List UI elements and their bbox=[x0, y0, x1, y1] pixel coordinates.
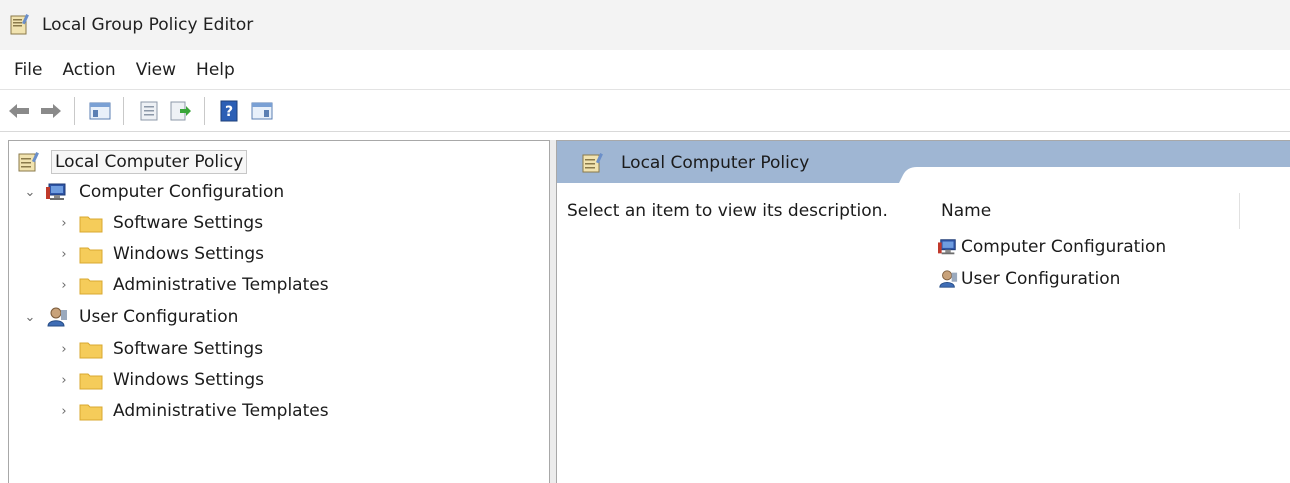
tree-node-administrative-templates[interactable]: › Administrative Templates bbox=[57, 396, 329, 426]
tree-node-local-computer-policy[interactable]: Local Computer Policy bbox=[17, 147, 248, 177]
toolbar: ? bbox=[0, 90, 1290, 132]
folder-icon bbox=[79, 369, 105, 391]
svg-text:?: ? bbox=[225, 104, 233, 120]
tree-label: Windows Settings bbox=[113, 370, 265, 390]
user-icon bbox=[937, 268, 959, 290]
tree-label: Computer Configuration bbox=[79, 182, 285, 202]
user-icon bbox=[45, 306, 71, 328]
tree-label: Software Settings bbox=[113, 213, 264, 233]
menu-bar: File Action View Help bbox=[0, 50, 1290, 90]
list-item-label: Computer Configuration bbox=[961, 237, 1167, 257]
menu-help[interactable]: Help bbox=[196, 60, 235, 80]
tree-label: User Configuration bbox=[79, 307, 239, 327]
tree-label: Administrative Templates bbox=[113, 401, 329, 421]
properties-icon[interactable] bbox=[136, 98, 162, 124]
toolbar-separator bbox=[74, 96, 75, 125]
column-separator[interactable] bbox=[1239, 193, 1240, 229]
details-header-title: Local Computer Policy bbox=[621, 153, 810, 173]
list-item-computer-configuration[interactable]: Computer Configuration bbox=[937, 233, 1166, 261]
column-header-name[interactable]: Name bbox=[941, 201, 991, 221]
chevron-right-icon[interactable]: › bbox=[57, 278, 71, 293]
description-text: Select an item to view its description. bbox=[567, 201, 888, 221]
export-list-icon[interactable] bbox=[168, 98, 194, 124]
tree-node-windows-settings[interactable]: › Windows Settings bbox=[57, 365, 264, 395]
title-bar: Local Group Policy Editor bbox=[0, 0, 1290, 50]
chevron-right-icon[interactable]: › bbox=[57, 373, 71, 388]
forward-arrow-icon[interactable] bbox=[38, 98, 64, 124]
tree-label: Software Settings bbox=[113, 339, 264, 359]
show-hide-action-pane-icon[interactable] bbox=[249, 98, 275, 124]
tree-node-computer-configuration[interactable]: ⌄ Computer Configuration bbox=[23, 177, 285, 207]
tree-label: Windows Settings bbox=[113, 244, 265, 264]
toolbar-separator bbox=[123, 96, 124, 125]
console-tree[interactable]: Local Computer Policy ⌄ Computer Configu… bbox=[8, 140, 550, 483]
tree-node-software-settings[interactable]: › Software Settings bbox=[57, 334, 263, 364]
folder-icon bbox=[79, 400, 105, 422]
menu-action[interactable]: Action bbox=[62, 60, 115, 80]
chevron-right-icon[interactable]: › bbox=[57, 247, 71, 262]
menu-file[interactable]: File bbox=[14, 60, 42, 80]
chevron-right-icon[interactable]: › bbox=[57, 404, 71, 419]
policy-doc-icon bbox=[581, 152, 605, 174]
tree-node-user-configuration[interactable]: ⌄ User Configuration bbox=[23, 302, 239, 332]
policy-doc-icon bbox=[17, 151, 43, 173]
window-title: Local Group Policy Editor bbox=[42, 15, 254, 35]
details-pane: Local Computer Policy Select an item to … bbox=[556, 140, 1290, 483]
help-icon[interactable]: ? bbox=[217, 98, 243, 124]
chevron-right-icon[interactable]: › bbox=[57, 342, 71, 357]
folder-icon bbox=[79, 243, 105, 265]
chevron-right-icon[interactable]: › bbox=[57, 216, 71, 231]
show-hide-tree-icon[interactable] bbox=[87, 98, 113, 124]
policy-doc-icon bbox=[10, 14, 30, 36]
list-item-user-configuration[interactable]: User Configuration bbox=[937, 265, 1120, 293]
folder-icon bbox=[79, 212, 105, 234]
tree-node-windows-settings[interactable]: › Windows Settings bbox=[57, 239, 264, 269]
folder-icon bbox=[79, 274, 105, 296]
list-item-label: User Configuration bbox=[961, 269, 1121, 289]
back-arrow-icon[interactable] bbox=[6, 98, 32, 124]
computer-icon bbox=[45, 181, 71, 203]
tree-node-software-settings[interactable]: › Software Settings bbox=[57, 208, 263, 238]
computer-icon bbox=[937, 236, 959, 258]
tree-node-administrative-templates[interactable]: › Administrative Templates bbox=[57, 270, 329, 300]
tree-label: Administrative Templates bbox=[113, 275, 329, 295]
folder-icon bbox=[79, 338, 105, 360]
toolbar-separator bbox=[204, 96, 205, 125]
tree-label: Local Computer Policy bbox=[51, 150, 248, 174]
menu-view[interactable]: View bbox=[136, 60, 176, 80]
chevron-down-icon[interactable]: ⌄ bbox=[23, 310, 37, 325]
chevron-down-icon[interactable]: ⌄ bbox=[23, 185, 37, 200]
